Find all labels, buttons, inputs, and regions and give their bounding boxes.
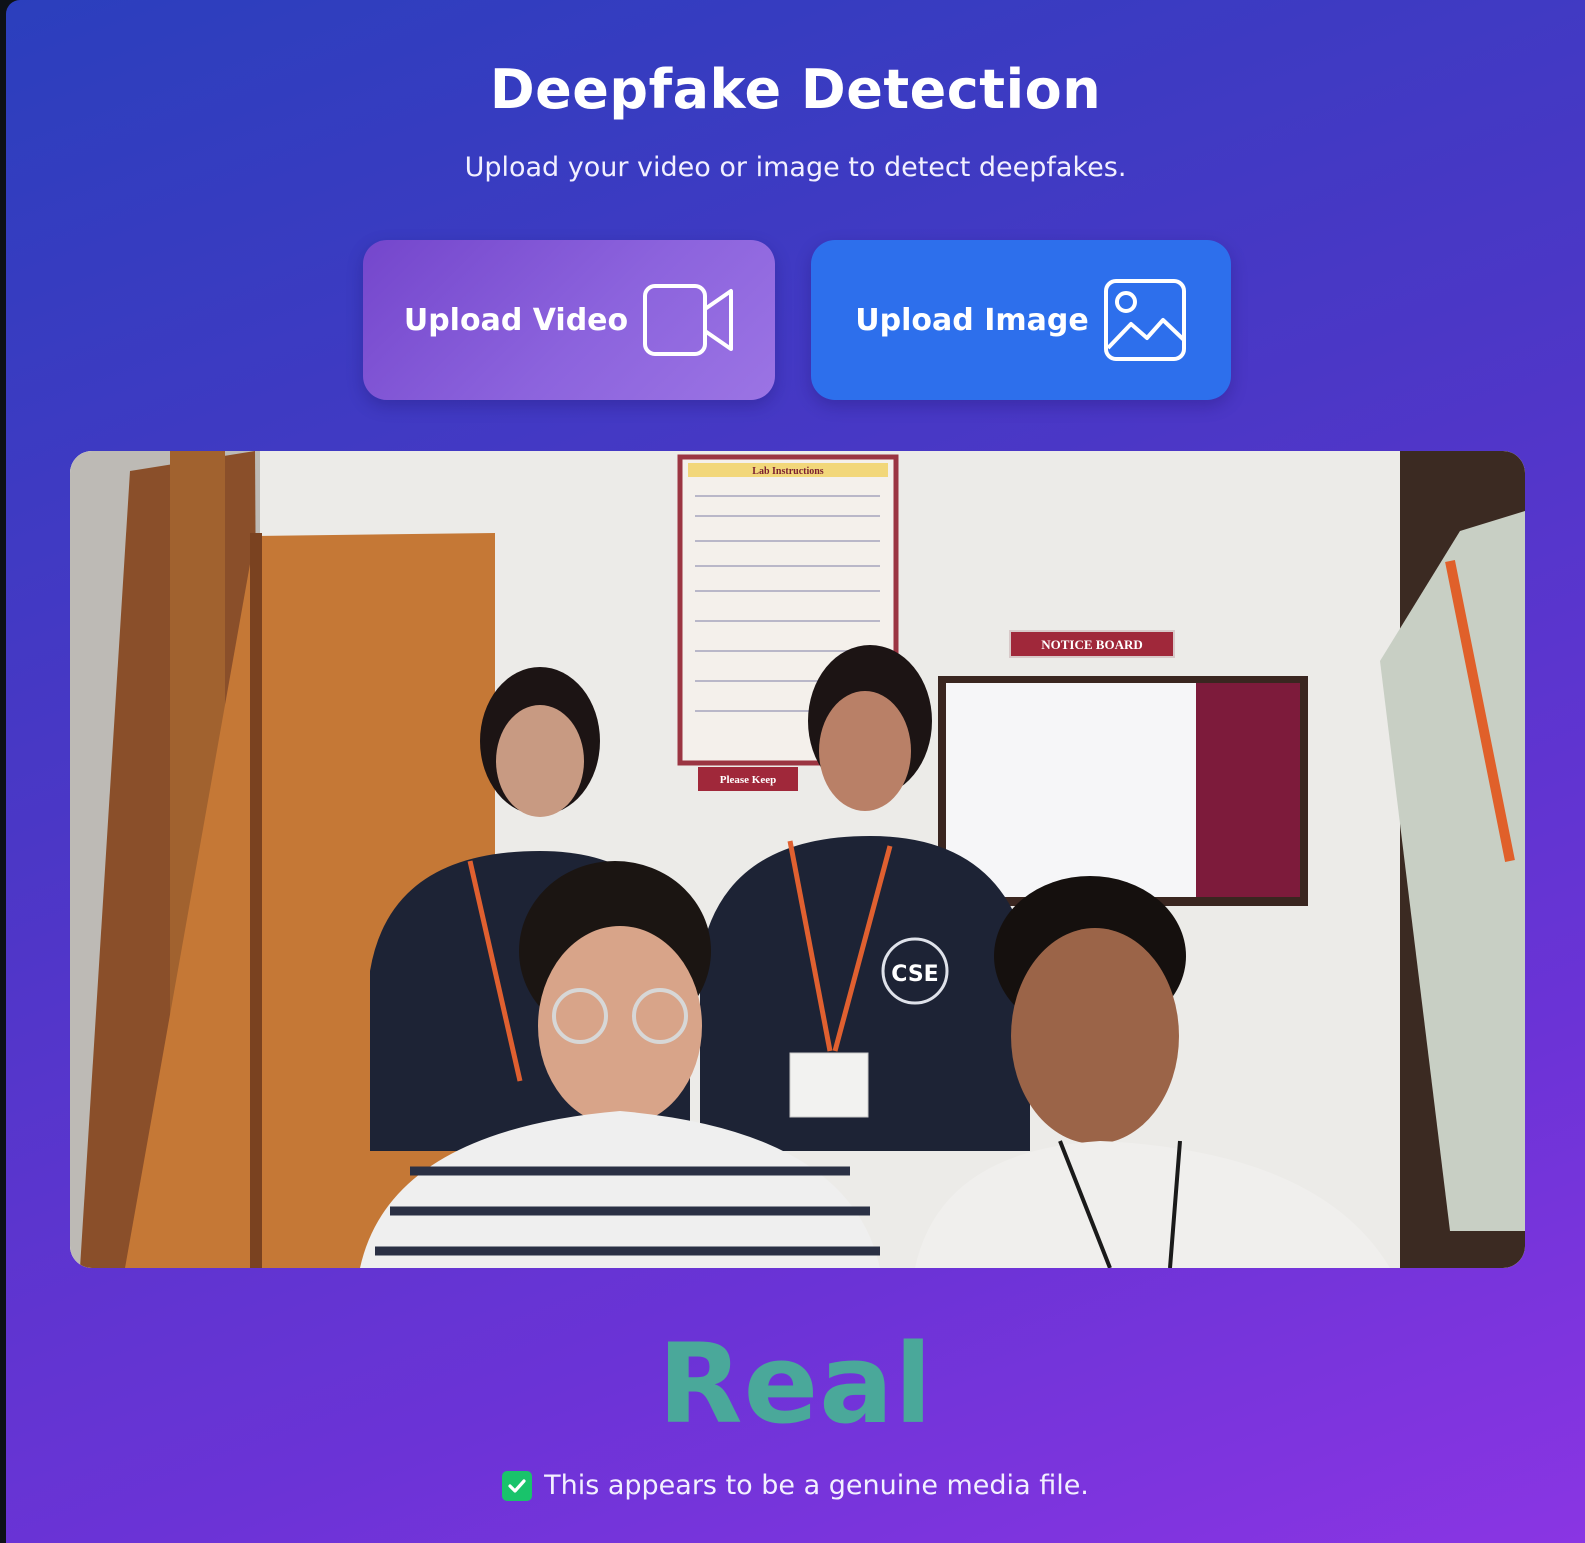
notice-board-sign: NOTICE BOARD	[1041, 637, 1143, 652]
image-icon	[1103, 278, 1187, 362]
uploaded-media-preview: Lab Instructions Please Keep NOTICE BOAR…	[70, 451, 1525, 1268]
detection-result-label: Real	[657, 1320, 934, 1448]
page-title: Deepfake Detection	[489, 58, 1102, 121]
poster-title: Lab Instructions	[752, 466, 824, 477]
keep-sign-text: Please Keep	[720, 774, 777, 786]
upload-video-button[interactable]: Upload Video	[363, 240, 775, 400]
shirt-logo: CSE	[891, 962, 938, 987]
upload-video-label: Upload Video	[403, 302, 629, 338]
check-icon	[502, 1470, 533, 1501]
upload-image-button[interactable]: Upload Image	[811, 240, 1231, 400]
page-subtitle: Upload your video or image to detect dee…	[464, 152, 1127, 183]
app-window: Deepfake Detection Upload your video or …	[6, 0, 1585, 1543]
verdict-message: This appears to be a genuine media file.	[6, 1470, 1585, 1501]
verdict-text: This appears to be a genuine media file.	[544, 1470, 1089, 1501]
video-camera-icon	[642, 283, 734, 357]
upload-image-label: Upload Image	[855, 302, 1089, 338]
